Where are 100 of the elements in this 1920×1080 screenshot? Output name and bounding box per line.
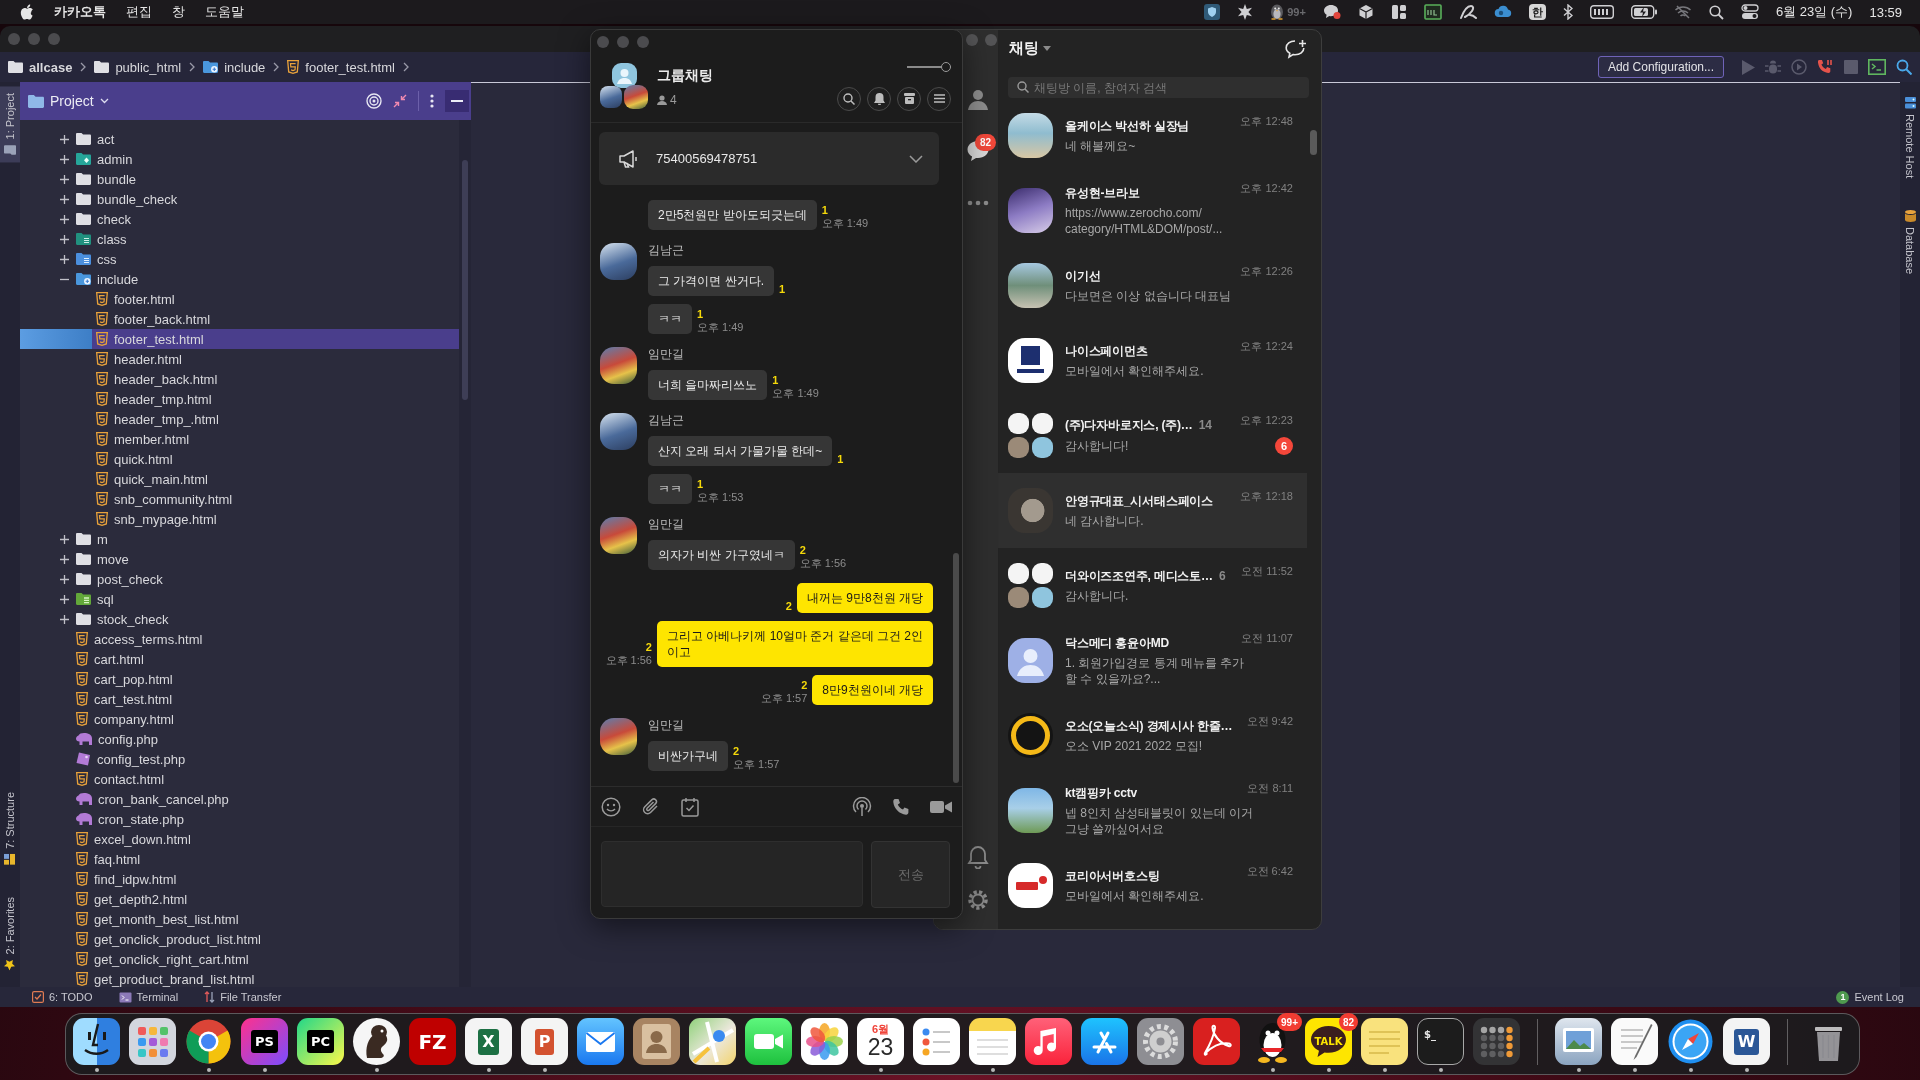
monitor-icon[interactable] [1423,4,1442,20]
tree-item[interactable]: m [20,529,459,549]
control-center-icon[interactable] [1740,4,1759,20]
tree-item[interactable]: cart_test.html [20,689,459,709]
video-camera-icon[interactable] [745,1018,792,1065]
tree-item[interactable]: header.html [20,349,459,369]
plus-icon[interactable] [60,214,69,224]
chat-room-item[interactable]: (주)다자바로지스, (주)… 14 오후 12:23 감사합니다! 6 [998,398,1307,473]
chat-room-item[interactable]: 오소(오늘소식) 경제시사 한줄… 오전 9:42 오소 VIP 2021 2022 모집! [998,698,1307,773]
tree-item[interactable]: bundle [20,169,459,189]
tree-item[interactable]: header_back.html [20,369,459,389]
paperclip-icon[interactable] [641,796,661,817]
chat-room-item[interactable]: 나이스페이먼츠 오후 12:24 모바일에서 확인해주세요. [998,323,1307,398]
tree-item[interactable]: cron_bank_cancel.php [20,789,459,809]
apple-logo-icon[interactable] [20,4,34,20]
notice-banner[interactable]: 75400569478751 [599,132,939,185]
tool-window-tab[interactable]: 7: Structure [0,784,20,872]
profile-photo[interactable] [600,347,637,384]
tree-item[interactable]: company.html [20,709,459,729]
penguin-icon[interactable] [1270,4,1285,20]
plus-icon[interactable] [60,254,69,264]
chat-room-item[interactable]: kt캠핑카 cctv 오전 8:11 넵 8인치 삼성태블릿이 있는데 이거 그냥 쓸까싶어서요 [998,773,1307,848]
map-icon[interactable] [689,1018,736,1065]
tool-window-button[interactable]: 6: TODO [30,988,95,1006]
checklist-icon[interactable] [913,1018,960,1065]
tree-item[interactable]: faq.html [20,849,459,869]
flower-icon[interactable] [801,1018,848,1065]
new-chat-icon[interactable] [1285,38,1307,59]
text-editor-icon[interactable] [1611,1018,1658,1065]
bell-button[interactable] [867,86,891,111]
plus-icon[interactable] [60,194,69,204]
music-note-icon[interactable] [1025,1018,1072,1065]
menu-item[interactable]: 편집 [126,3,152,21]
cube-icon[interactable] [1357,4,1374,20]
tree-item[interactable]: get_depth2.html [20,889,459,909]
plus-icon[interactable] [60,154,69,164]
breadcrumb-item[interactable]: footer_test.html [287,59,395,75]
envelope-icon[interactable] [577,1018,624,1065]
tool-window-button[interactable]: Terminal [116,988,181,1006]
tree-item[interactable]: stock_check [20,609,459,629]
pdf-reader-icon[interactable] [1193,1018,1240,1065]
chat-room-item[interactable]: 닥스메디 홍윤아MD 오전 11:07 1. 회원가입경로 통계 메뉴를 추가 할 수 있을까요?... [998,623,1307,698]
tree-item[interactable]: bundle_check [20,189,459,209]
chat-room-item[interactable]: 안영규대표_시서태스페이스 오후 12:18 네 감사합니다. [998,473,1307,548]
calendar-check-icon[interactable] [681,796,699,817]
gear-icon[interactable] [1137,1018,1184,1065]
plus-icon[interactable] [60,234,69,244]
ide-icon[interactable]: PS [241,1018,288,1065]
slider-thumb[interactable] [941,61,951,72]
menu-item[interactable]: 창 [172,3,185,21]
tree-item[interactable]: find_idpw.html [20,869,459,889]
browser-icon[interactable] [185,1018,232,1065]
phone-icon[interactable] [892,797,910,816]
panels-icon[interactable] [1390,4,1407,20]
event-log-button[interactable]: 1 Event Log [1834,988,1906,1006]
tree-item[interactable]: quick.html [20,449,459,469]
plus-icon[interactable] [60,174,69,184]
app-grid-icon[interactable] [129,1018,176,1065]
tree-item[interactable]: cron_state.php [20,809,459,829]
menu-item[interactable]: 도움말 [205,3,244,21]
plus-icon[interactable] [60,534,69,544]
search-icon[interactable] [1708,4,1724,20]
scrollbar-thumb[interactable] [462,160,468,400]
hide-panel-button[interactable] [445,90,469,112]
tree-item[interactable]: member.html [20,429,459,449]
tool-window-tab[interactable]: 1: Project [0,86,20,163]
tree-item[interactable]: quick_main.html [20,469,459,489]
calculator-icon[interactable] [1473,1018,1520,1065]
tree-item[interactable]: act [20,129,459,149]
cloud-icon[interactable] [1493,4,1512,20]
word-processor-icon[interactable]: W [1723,1018,1770,1065]
profile-photo[interactable] [600,243,637,280]
memory-meter-icon[interactable] [1589,5,1614,19]
plus-icon[interactable] [60,574,69,584]
tree-item[interactable]: excel_down.html [20,829,459,849]
video-camera-icon[interactable] [930,798,952,815]
breadcrumb-item[interactable]: allcase [8,59,73,75]
menu-bar-date[interactable]: 6월 23일 (수) [1775,3,1853,21]
chat-list-dropdown[interactable]: 채팅 [1009,39,1051,58]
breadcrumb-item[interactable]: include [203,59,266,75]
emoji-icon[interactable] [601,796,621,817]
tree-item[interactable]: css [20,249,459,269]
compass-icon[interactable] [1667,1018,1714,1065]
spreadsheet-icon[interactable]: X [465,1018,512,1065]
search-field[interactable]: 채팅방 이름, 참여자 검색 [1008,77,1309,98]
tree-item[interactable]: get_month_best_list.html [20,909,459,929]
smiling-face-icon[interactable] [73,1018,120,1065]
notepad-icon[interactable] [969,1018,1016,1065]
ide-icon[interactable]: PC [297,1018,344,1065]
person-icon[interactable] [966,87,990,111]
tree-item[interactable]: get_product_brand_list.html [20,969,459,987]
chat-room-item[interactable]: 더와이즈조연주, 메디스토… 6 오전 11:52 감사합니다. [998,548,1307,623]
terminal-icon[interactable] [1868,59,1886,75]
target-icon[interactable] [366,93,382,109]
tree-item[interactable]: move [20,549,459,569]
tree-item[interactable]: get_onclick_right_cart.html [20,949,459,969]
profile-photo[interactable] [600,413,637,450]
image-viewer-icon[interactable] [1555,1018,1602,1065]
scrollbar-thumb[interactable] [1310,130,1317,155]
menu-item[interactable]: 카카오톡 [54,3,106,21]
